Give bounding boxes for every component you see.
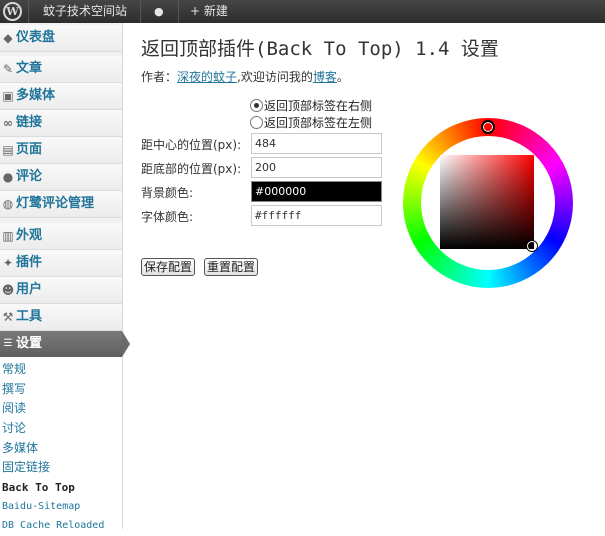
background-color-input[interactable] [251,181,382,202]
link-icon: ∞ [3,116,13,130]
settings-submenu: 常规 撰写 阅读 讨论 多媒体 固定链接 Back To Top Baidu-S… [0,357,122,531]
font-color-label: 字体颜色: [141,210,194,224]
page-icon: ▤ [2,143,14,157]
submenu-writing[interactable]: 撰写 [2,379,26,399]
author-prefix: 作者： [141,70,178,84]
submenu-db-cache[interactable]: DB Cache Reloaded [2,516,104,536]
menu-label: 外观 [16,228,43,243]
page-title: 返回顶部插件(Back To Top) 1.4 设置 [141,38,499,60]
menu-comments[interactable]: ● 评论 [0,164,122,191]
background-color-label: 背景颜色: [141,186,194,200]
radio-label: 返回顶部标签在右侧 [264,99,373,113]
menu-label: 设置 [16,336,43,351]
wordpress-logo-icon: W [3,2,22,21]
radio-position-right[interactable]: 返回顶部标签在右侧 [250,98,372,114]
menu-media[interactable]: ▣ 多媒体 [0,83,122,110]
submenu-reading[interactable]: 阅读 [2,398,26,418]
submenu-general[interactable]: 常规 [2,359,26,379]
menu-label: 用户 [16,282,43,297]
reset-config-button[interactable]: 重置配置 [204,258,259,276]
bottom-position-label: 距底部的位置(px): [141,162,242,176]
menu-links[interactable]: ∞ 链接 [0,110,122,137]
menu-tools[interactable]: ⚒ 工具 [0,304,122,331]
admin-bar-divider [28,0,29,23]
menu-comment-manager[interactable]: ◍ 灯鹭评论管理 [0,191,122,218]
menu-appearance[interactable]: ▥ 外观 [0,223,122,250]
menu-dashboard[interactable]: ◆ 仪表盘 [0,25,122,52]
saturation-value-square[interactable] [440,155,534,249]
hue-marker-handle[interactable] [481,120,495,134]
submenu-discussion[interactable]: 讨论 [2,418,26,438]
center-position-input[interactable] [251,133,382,154]
submenu-baidu-sitemap[interactable]: Baidu-Sitemap [2,497,80,517]
tools-icon: ⚒ [2,310,14,324]
pin-icon: ✎ [2,62,14,76]
site-name-link[interactable]: 蚊子技术空间站 [43,0,127,23]
admin-bar-divider [140,0,141,23]
menu-posts[interactable]: ✎ 文章 [0,56,122,83]
submenu-permalinks[interactable]: 固定链接 [2,457,50,477]
submenu-media[interactable]: 多媒体 [2,438,38,458]
menu-label: 插件 [16,255,43,270]
menu-label: 链接 [16,115,43,130]
color-picker[interactable] [403,118,573,288]
menu-label: 文章 [16,61,43,76]
menu-settings[interactable]: ☰ 设置 [0,331,122,357]
menu-users[interactable]: ☻ 用户 [0,277,122,304]
plugin-menu-icon: ◍ [2,197,14,211]
admin-bar-divider [178,0,179,23]
menu-label: 页面 [16,142,43,157]
new-content-menu[interactable]: + 新建 [190,0,228,23]
menu-label: 多媒体 [16,88,56,103]
appearance-icon: ▥ [2,229,14,243]
color-marker-handle[interactable] [527,241,537,251]
menu-label: 仪表盘 [16,30,56,45]
menu-label: 灯鹭评论管理 [16,196,95,211]
menu-plugins[interactable]: ✦ 插件 [0,250,122,277]
submenu-back-to-top[interactable]: Back To Top [2,478,75,498]
menu-label: 评论 [16,169,43,184]
admin-bar: W 蚊子技术空间站 ● + 新建 [0,0,605,23]
radio-checked-icon[interactable] [250,99,263,112]
radio-unchecked-icon[interactable] [250,116,263,129]
plugins-icon: ✦ [2,256,14,270]
author-link[interactable]: 深夜的蚊子 [177,70,237,84]
menu-pages[interactable]: ▤ 页面 [0,137,122,164]
current-menu-arrow [122,331,130,357]
comments-bubble-icon[interactable]: ● [154,0,176,23]
blog-link[interactable]: 博客 [313,70,337,84]
dashboard-icon: ◆ [3,31,13,45]
wordpress-logo-menu[interactable]: W [0,0,28,23]
users-icon: ☻ [1,283,15,297]
center-position-label: 距中心的位置(px): [141,138,242,152]
radio-label: 返回顶部标签在左侧 [264,116,373,130]
bottom-position-input[interactable] [251,157,382,178]
settings-icon: ☰ [3,338,13,349]
font-color-input[interactable] [251,205,382,226]
author-middle-text: ,欢迎访问我的 [237,70,313,84]
author-line: 作者：深夜的蚊子,欢迎访问我的博客。 [141,68,349,85]
media-icon: ▣ [2,89,14,103]
comments-icon: ● [2,170,14,184]
radio-position-left[interactable]: 返回顶部标签在左侧 [250,115,372,131]
menu-label: 工具 [16,309,43,324]
author-suffix: 。 [336,70,349,84]
save-config-button[interactable]: 保存配置 [141,258,196,276]
